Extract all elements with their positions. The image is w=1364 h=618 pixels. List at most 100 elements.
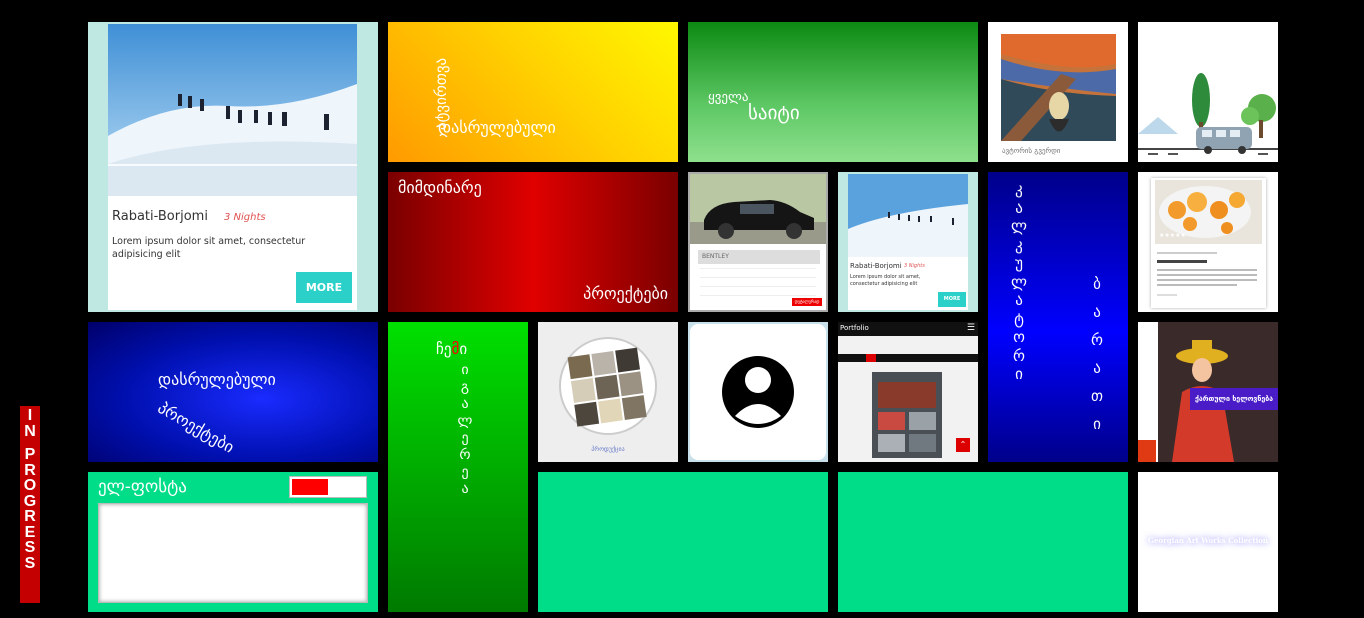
stone-tiles-image: [538, 322, 678, 462]
car-specs: [700, 268, 816, 296]
car-listing-tile[interactable]: BENTLEY დეტალურად: [688, 172, 828, 312]
gallery-letter: რ: [459, 447, 471, 463]
badge-letter: S: [24, 539, 36, 556]
tour-card: Rabati-Borjomi 3 Nights Lorem ipsum dolo…: [108, 24, 357, 310]
recipe-text-lines: [1157, 252, 1257, 296]
portrait-banner: ქართული ხელოვნება: [1190, 388, 1278, 410]
gallery-letter: ა: [461, 481, 469, 497]
calculator-label: კალკულატორი: [1010, 180, 1028, 384]
tour-card-tile[interactable]: Rabati-Borjomi 3 Nights Lorem ipsum dolo…: [88, 22, 378, 312]
badge-letter: S: [24, 554, 36, 572]
completed-label: დასრულებული: [438, 118, 556, 137]
badge-letter: O: [23, 477, 37, 494]
car-card: BENTLEY დეტალურად: [690, 174, 826, 310]
portfolio-tile[interactable]: Portfolio ☰ ⌃: [838, 322, 978, 462]
calculator-letter: ი: [1015, 365, 1023, 383]
georgian-art-tile[interactable]: ქართული ხელოვნება: [1138, 322, 1278, 462]
user-icon: [722, 356, 794, 428]
calculator-letter: ლ: [1011, 272, 1027, 291]
more-button[interactable]: MORE: [296, 272, 352, 303]
travel-van-tile[interactable]: [1138, 22, 1278, 162]
email-progress-bar: [289, 476, 367, 498]
calculator-letter: ტ: [1014, 309, 1024, 328]
in-progress-badge: INPROGRESS: [20, 406, 40, 603]
calculator-card-tile[interactable]: კალკულატორი ბარათი: [988, 172, 1128, 462]
my-gallery-tile[interactable]: ჩემი იგალერეა: [388, 322, 528, 612]
card-letter: თ: [1090, 387, 1103, 405]
avatar-card: [690, 324, 826, 460]
mini-tour-card: Rabati-Borjomi 3 Nights Lorem ipsum dolo…: [848, 174, 968, 310]
badge-letter: R: [24, 508, 36, 525]
card-letter: ა: [1093, 359, 1101, 377]
car-image: [690, 174, 826, 244]
gallery-vertical: იგალერეა: [457, 362, 473, 498]
van-illustration: [1138, 73, 1278, 155]
badge-letter: I: [27, 407, 33, 424]
car-details-button[interactable]: დეტალურად: [792, 298, 822, 306]
card-letter: ა: [1093, 303, 1101, 321]
menu-icon[interactable]: ☰: [967, 324, 975, 333]
products-tile[interactable]: პროდუქცია: [538, 322, 678, 462]
tour-description: Lorem ipsum dolor sit amet, consectetur …: [112, 236, 306, 260]
tour-nights: 3 Nights: [224, 212, 266, 223]
empty-tile-2[interactable]: [838, 472, 1128, 612]
portfolio-title: Portfolio: [840, 324, 869, 332]
current-projects-tile[interactable]: მიმდინარე პროექტები: [388, 172, 678, 312]
scroll-up-button[interactable]: ⌃: [956, 438, 970, 452]
gallery-letter: ი: [461, 362, 469, 378]
calculator-letter: ა: [1015, 198, 1023, 217]
upload-completed-tile[interactable]: ატვირთვა დასრულებული: [388, 22, 678, 162]
current-label: მიმდინარე: [398, 178, 482, 197]
gallery-title-suffix: ი: [459, 340, 468, 358]
portfolio-header: Portfolio ☰: [838, 322, 978, 336]
completed-projects-line2: პროექტები: [154, 398, 238, 457]
calculator-letter: კ: [1015, 180, 1023, 198]
recipe-tile[interactable]: ★★★★★: [1138, 172, 1278, 312]
calculator-letter: უ: [1015, 254, 1023, 272]
email-textarea[interactable]: [98, 503, 368, 603]
gallery-letter: ე: [461, 464, 469, 480]
all-label: ყველა: [708, 90, 749, 105]
tour-title: Rabati-Borjomi: [112, 209, 208, 224]
badge-letter: P: [24, 446, 36, 463]
mini-tour-description: Lorem ipsum dolor sit amet, consectetur …: [850, 274, 921, 287]
completed-projects-line1: დასრულებული: [158, 370, 276, 389]
completed-projects-tile[interactable]: დასრულებული პროექტები: [88, 322, 378, 462]
empty-tile-1[interactable]: [538, 472, 828, 612]
artist-caption: ავტორის გვერდი: [1002, 147, 1061, 155]
artist-page-tile[interactable]: ავტორის გვერდი: [988, 22, 1128, 162]
recipe-card: ★★★★★: [1151, 178, 1266, 308]
portrait-logo: [1138, 440, 1156, 462]
calculator-letter: ლ: [1011, 217, 1027, 235]
email-tile[interactable]: ელ-ფოსტა: [88, 472, 378, 612]
badge-letter: R: [24, 461, 36, 479]
email-label: ელ-ფოსტა: [98, 477, 187, 497]
mini-mountain-image: [848, 174, 968, 257]
mountain-image: [108, 24, 357, 196]
badge-letter: G: [23, 492, 37, 510]
gallery-letter: გ: [460, 379, 470, 395]
mini-tour-tile[interactable]: Rabati-Borjomi 3 Nights Lorem ipsum dolo…: [838, 172, 978, 312]
all-sites-tile[interactable]: ყველა საიტი: [688, 22, 978, 162]
calculator-letter: ო: [1013, 328, 1025, 346]
car-name: BENTLEY: [698, 250, 820, 264]
portfolio-nav: [838, 354, 978, 362]
art-collection-tile[interactable]: Georgian Art Works Collection: [1138, 472, 1278, 612]
projects-label: პროექტები: [583, 284, 668, 303]
painting-image: [1001, 34, 1116, 141]
card-label: ბარათი: [1088, 270, 1106, 438]
art-collection-title: Georgian Art Works Collection: [1148, 536, 1268, 545]
gallery-title-prefix: ჩე: [436, 340, 452, 358]
profile-tile[interactable]: [688, 322, 828, 462]
calculator-letter: რ: [1013, 346, 1025, 365]
products-caption: პროდუქცია: [591, 446, 625, 453]
card-letter: ბ: [1093, 275, 1101, 293]
gallery-title: ჩემი: [436, 340, 467, 358]
gallery-letter: ა: [461, 396, 469, 412]
card-letter: რ: [1091, 331, 1103, 349]
sites-label: საიტი: [748, 102, 800, 124]
mini-tour-nights: 3 Nights: [904, 263, 925, 269]
mini-more-button[interactable]: MORE: [938, 292, 966, 307]
calculator-letter: ა: [1015, 291, 1023, 309]
portfolio-screenshot: [872, 372, 942, 458]
